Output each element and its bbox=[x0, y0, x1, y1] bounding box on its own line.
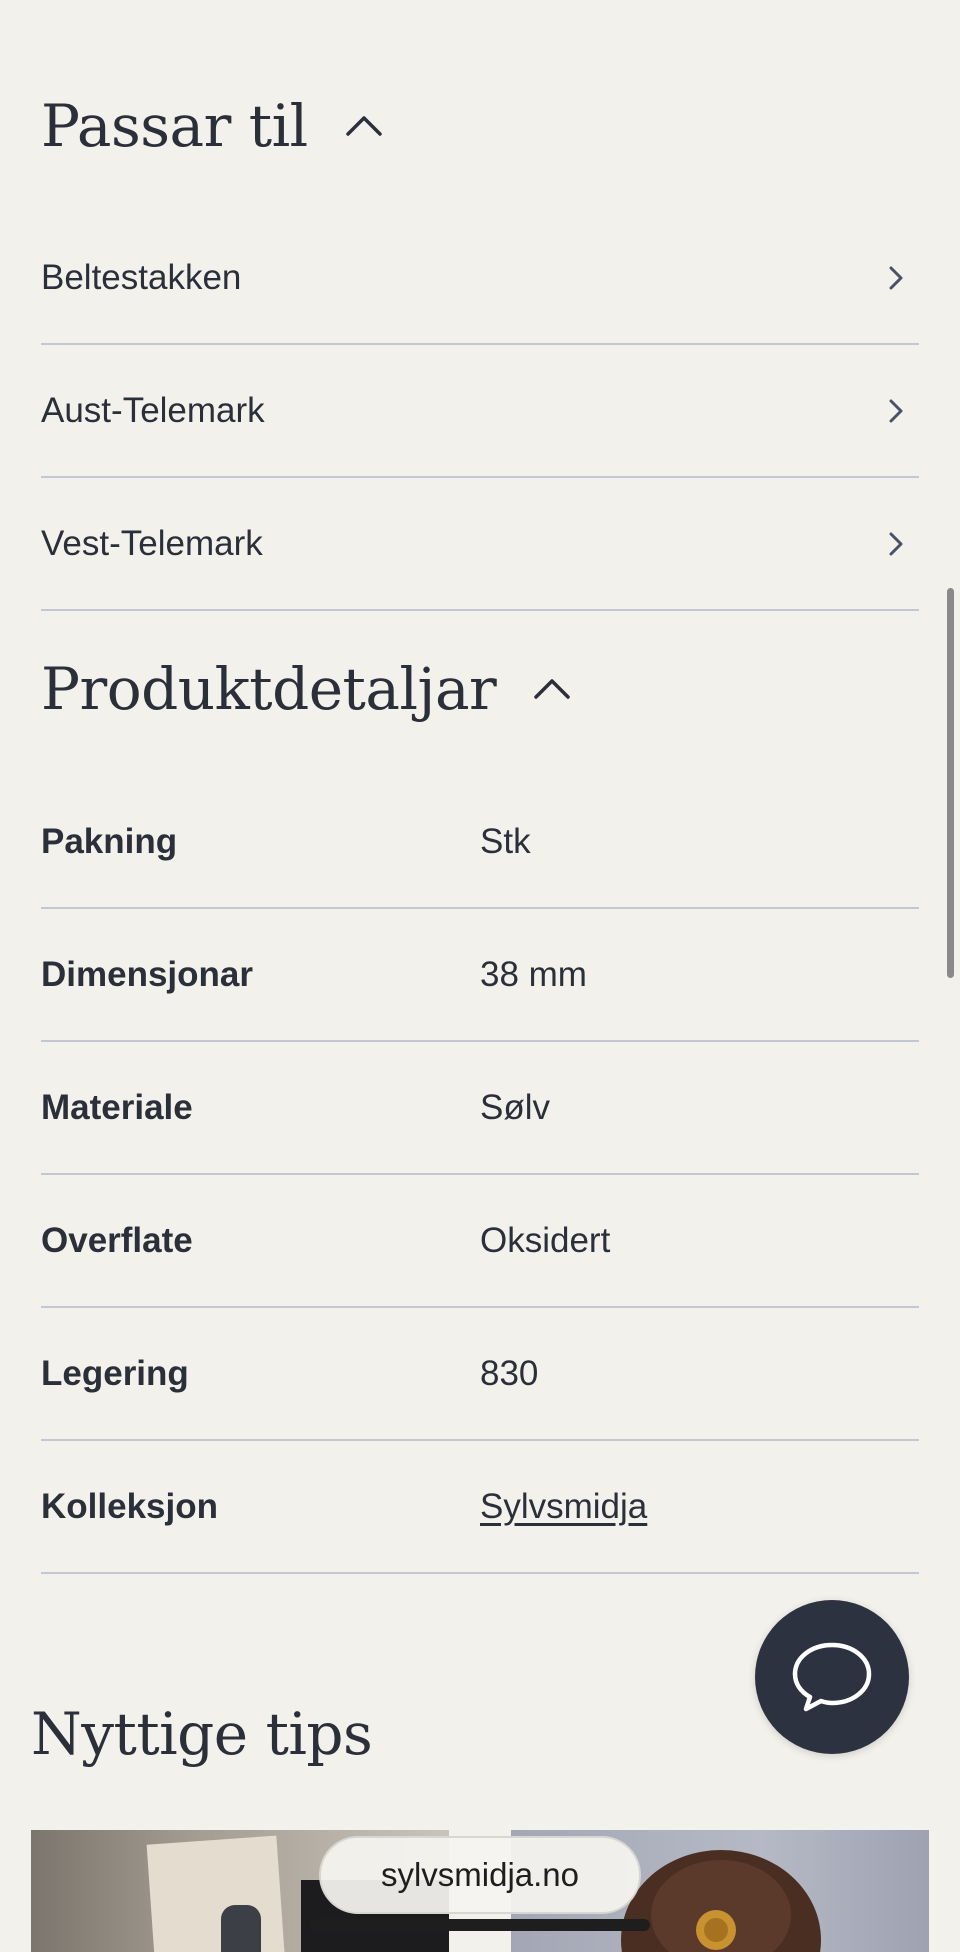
chat-bubble-icon bbox=[792, 1642, 872, 1712]
detail-key: Overflate bbox=[41, 1220, 193, 1260]
page-scrollbar[interactable] bbox=[947, 588, 954, 978]
fits-item-vest-telemark[interactable]: Vest-Telemark bbox=[41, 478, 919, 611]
browser-url-bar[interactable]: sylvsmidja.no bbox=[319, 1836, 641, 1914]
fits-item-aust-telemark[interactable]: Aust-Telemark bbox=[41, 345, 919, 478]
detail-key: Legering bbox=[41, 1353, 189, 1393]
detail-value: 830 bbox=[480, 1353, 539, 1393]
detail-key: Dimensjonar bbox=[41, 954, 253, 994]
detail-row-materiale: Materiale Sølv bbox=[41, 1042, 919, 1175]
chevron-up-icon bbox=[345, 116, 382, 136]
detail-value: Stk bbox=[480, 821, 531, 861]
section-title: Passar til bbox=[41, 92, 308, 160]
detail-value: 38 mm bbox=[480, 954, 587, 994]
section-header-produktdetaljar[interactable]: Produktdetaljar bbox=[41, 655, 574, 723]
fits-item-label: Vest-Telemark bbox=[41, 523, 263, 563]
detail-key: Kolleksjon bbox=[41, 1486, 218, 1526]
detail-key: Pakning bbox=[41, 821, 178, 861]
section-title: Produktdetaljar bbox=[41, 655, 497, 723]
detail-row-kolleksjon: Kolleksjon Sylvsmidja bbox=[41, 1441, 919, 1574]
home-indicator[interactable] bbox=[310, 1919, 650, 1931]
chevron-right-icon bbox=[889, 266, 903, 289]
fits-item-label: Aust-Telemark bbox=[41, 390, 265, 430]
detail-row-legering: Legering 830 bbox=[41, 1308, 919, 1441]
tips-title: Nyttige tips bbox=[31, 1700, 373, 1768]
detail-value: Sølv bbox=[480, 1087, 550, 1127]
fits-item-label: Beltestakken bbox=[41, 257, 242, 297]
fits-item-beltestakken[interactable]: Beltestakken bbox=[41, 212, 919, 345]
chat-button[interactable] bbox=[755, 1600, 909, 1754]
detail-key: Materiale bbox=[41, 1087, 193, 1127]
section-header-passar-til[interactable]: Passar til bbox=[41, 92, 386, 160]
collection-link[interactable]: Sylvsmidja bbox=[480, 1487, 647, 1527]
detail-value: Oksidert bbox=[480, 1220, 611, 1260]
detail-row-pakning: Pakning Stk bbox=[41, 776, 919, 909]
chevron-right-icon bbox=[889, 532, 903, 555]
detail-row-overflate: Overflate Oksidert bbox=[41, 1175, 919, 1308]
url-text: sylvsmidja.no bbox=[380, 1856, 580, 1893]
detail-row-dimensjonar: Dimensjonar 38 mm bbox=[41, 909, 919, 1042]
chevron-right-icon bbox=[889, 399, 903, 422]
chevron-up-icon bbox=[534, 679, 571, 699]
